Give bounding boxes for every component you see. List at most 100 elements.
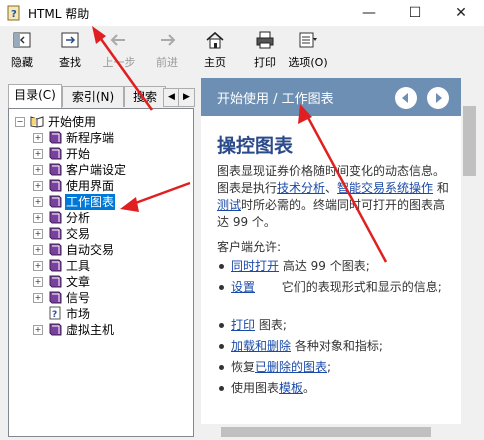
back-arrow-icon (110, 34, 125, 46)
topic-pane: 开始使用 / 工作图表 操控图表 图表显现证券价格随时间变化的动态信息。图表是执… (197, 74, 484, 440)
book-icon (49, 291, 62, 304)
breadcrumb: 开始使用 / 工作图表 (217, 92, 334, 107)
book-icon (49, 259, 62, 272)
expand-icon[interactable]: + (33, 245, 43, 255)
link-load-delete[interactable]: 加载和删除 (231, 339, 291, 353)
tree-node[interactable]: ? 市场 (33, 306, 183, 322)
minimize-button[interactable]: — (346, 0, 392, 26)
print-label: 打印 (254, 56, 276, 69)
tree-label: 新程序端 (66, 131, 115, 145)
expand-icon[interactable]: + (33, 149, 43, 159)
book-icon (49, 131, 62, 144)
locate-button[interactable]: 查找 (48, 28, 92, 72)
scrollbar-thumb[interactable] (463, 106, 476, 176)
print-button[interactable]: 打印 (243, 28, 287, 72)
tree-label: 客户端设定 (66, 163, 127, 177)
link-testing[interactable]: 测试 (217, 198, 241, 212)
tree-node[interactable]: + 虚拟主机 (33, 322, 183, 338)
scrollbar-thumb[interactable] (221, 427, 431, 437)
collapse-icon[interactable]: − (15, 117, 25, 127)
options-button[interactable]: 选项(O) (286, 28, 330, 72)
tree-node-selected[interactable]: + 工作图表 (33, 194, 183, 210)
tree-node[interactable]: + 信号 (33, 290, 183, 306)
link-deleted-charts[interactable]: 已删除的图表 (255, 360, 327, 374)
intro-paragraph: 图表显现证券价格随时间变化的动态信息。图表是执行技术分析、智能交易系统操作 和测… (217, 163, 455, 231)
list-item-text: 使用图表 (231, 381, 280, 395)
link-settings[interactable]: 设置 (231, 280, 255, 294)
book-icon (49, 211, 62, 224)
hide-panel-icon (13, 32, 31, 48)
list-item-text: ; (327, 360, 332, 374)
tree-label: 使用界面 (66, 179, 115, 193)
tree-node[interactable]: + 交易 (33, 226, 183, 242)
tree-label: 虚拟主机 (66, 323, 115, 337)
window-title: HTML 帮助 (28, 7, 90, 21)
expand-icon[interactable]: + (33, 293, 43, 303)
tree-node[interactable]: + 分析 (33, 210, 183, 226)
tree-node-root[interactable]: − 开始使用 (15, 114, 185, 130)
horizontal-scrollbar[interactable] (201, 424, 461, 440)
tree-node[interactable]: + 新程序端 (33, 130, 183, 146)
link-print[interactable]: 打印 (231, 318, 255, 332)
home-button[interactable]: 主页 (193, 28, 237, 72)
tree-node[interactable]: + 工具 (33, 258, 183, 274)
tree-node[interactable]: + 使用界面 (33, 178, 183, 194)
tree-node[interactable]: + 开始 (33, 146, 183, 162)
tree-node[interactable]: + 文章 (33, 274, 183, 290)
allow-label: 客户端允许: (217, 240, 282, 254)
printer-icon (256, 31, 274, 49)
tab-scroll-right[interactable]: ▶ (178, 88, 195, 107)
tree-node[interactable]: + 自动交易 (33, 242, 183, 258)
expand-icon[interactable]: + (33, 261, 43, 271)
intro-text: 、 (325, 181, 338, 195)
topic-heading: 操控图表 (217, 135, 294, 157)
tab-index[interactable]: 索引(N) (62, 86, 124, 107)
expand-icon[interactable]: + (33, 165, 43, 175)
expand-icon[interactable]: + (33, 133, 43, 143)
expand-icon[interactable]: + (33, 325, 43, 335)
back-label: 上一步 (102, 56, 136, 69)
tree-label: 开始使用 (48, 115, 97, 129)
hide-button[interactable]: 隐藏 (0, 28, 44, 72)
list-item-text: 图表; (255, 318, 287, 332)
tree-label: 信号 (66, 291, 91, 305)
expand-icon[interactable]: + (33, 277, 43, 287)
toolbar: 隐藏 查找 上一步 前进 主页 打印 选项(O) (0, 26, 484, 74)
list-item-text: 高达 99 个图表; (279, 259, 370, 273)
expand-icon[interactable]: + (33, 197, 43, 207)
expand-icon[interactable]: + (33, 181, 43, 191)
expand-icon[interactable]: + (33, 213, 43, 223)
tree-label: 开始 (66, 147, 91, 161)
help-app-icon: ? (7, 5, 20, 21)
book-icon (49, 179, 62, 192)
link-expert-advisors[interactable]: 智能交易系统操作 (337, 181, 433, 195)
topic-header-bar: 开始使用 / 工作图表 (201, 78, 461, 116)
expand-icon[interactable]: + (33, 229, 43, 239)
forward-button[interactable]: 前进 (145, 28, 189, 72)
tab-contents[interactable]: 目录(C) (8, 84, 62, 108)
book-icon (49, 195, 62, 208)
forward-label: 前进 (156, 56, 178, 69)
next-topic-icon[interactable] (427, 87, 449, 109)
list-item: 使用图表模板。 (217, 380, 457, 397)
previous-topic-icon[interactable] (395, 87, 417, 109)
link-technical-analysis[interactable]: 技术分析 (277, 181, 325, 195)
topic-content: 操控图表 图表显现证券价格随时间变化的动态信息。图表是执行技术分析、智能交易系统… (201, 116, 461, 424)
vertical-scrollbar[interactable] (461, 94, 478, 424)
list-item: 设置 它们的表现形式和显示的信息; (217, 279, 457, 313)
link-templates[interactable]: 模板 (279, 381, 303, 395)
locate-label: 查找 (59, 56, 81, 69)
link-open-simultaneously[interactable]: 同时打开 (231, 259, 279, 273)
hide-label: 隐藏 (11, 56, 33, 69)
close-button[interactable]: ✕ (438, 0, 484, 26)
options-icon (299, 32, 317, 48)
tab-search[interactable]: 搜索 (124, 86, 166, 107)
tree-label: 文章 (66, 275, 91, 289)
list-item: 同时打开 高达 99 个图表; (217, 258, 457, 275)
maximize-button[interactable]: ☐ (392, 0, 438, 26)
title-bar: ? HTML 帮助 — ☐ ✕ (0, 0, 484, 26)
back-button[interactable]: 上一步 (97, 28, 141, 72)
list-item: 打印 图表; (217, 317, 457, 334)
forward-arrow-icon (161, 34, 176, 46)
tree-node[interactable]: + 客户端设定 (33, 162, 183, 178)
